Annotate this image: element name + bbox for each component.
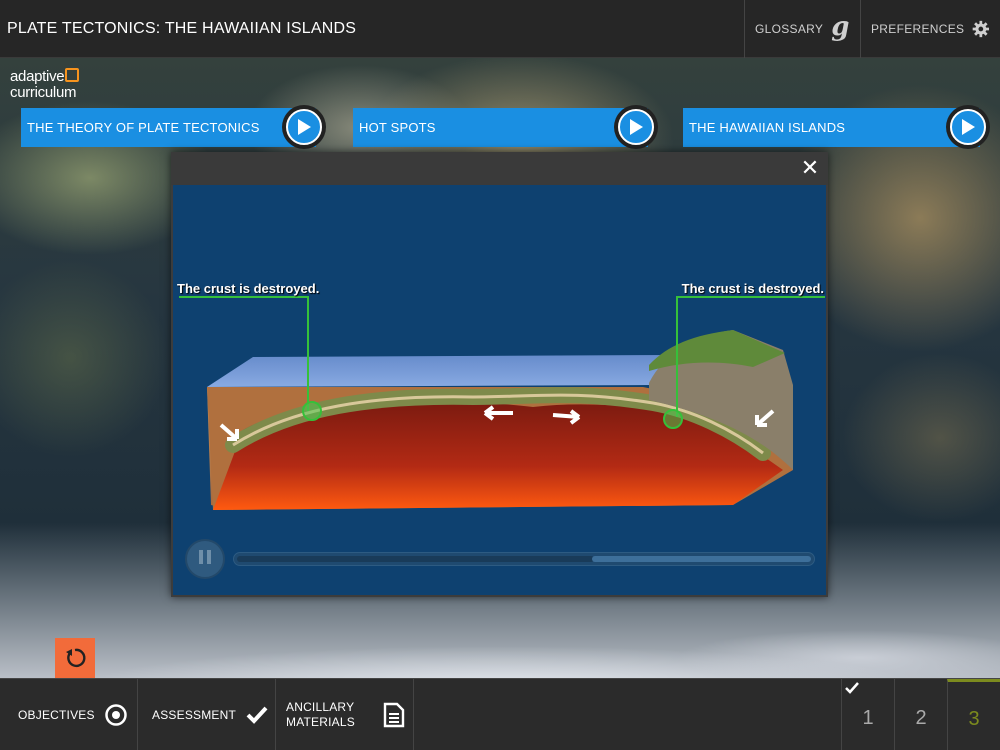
ancillary-label-line1: ANCILLARY [286,700,355,714]
page-title: PLATE TECTONICS: THE HAWAIIAN ISLANDS [7,20,357,37]
page-number: 3 [968,708,980,730]
modal-header: ✕ [171,152,828,185]
close-icon: ✕ [800,155,820,180]
pause-button[interactable] [185,539,225,579]
document-icon [383,702,405,728]
logo-line1: adaptive [10,68,65,85]
lesson-hot-spots[interactable]: HOT SPOTS [353,105,658,149]
lesson-label: HOT SPOTS [359,120,436,135]
progress-bar[interactable] [233,552,815,566]
play-icon [298,119,311,135]
logo-line2: curriculum [10,84,77,101]
page-number: 2 [915,706,927,729]
page-button-3[interactable]: 3 [947,679,1000,750]
video-modal: ✕ The crust is destroyed. The crust is d… [171,152,828,597]
play-icon [630,119,643,135]
page-button-2[interactable]: 2 [894,679,947,750]
lesson-hawaiian-islands[interactable]: THE HAWAIIAN ISLANDS [683,105,990,149]
play-button[interactable] [946,105,990,149]
video-player[interactable]: The crust is destroyed. The crust is des… [173,185,826,595]
page-number: 1 [862,706,874,729]
glossary-label: GLOSSARY [755,22,824,36]
lesson-label: THE THEORY OF PLATE TECTONICS [27,120,260,135]
progress-fill [237,556,594,562]
glossary-button[interactable]: GLOSSARY g [744,0,860,58]
ancillary-label: ANCILLARY MATERIALS [286,700,355,730]
top-bar: PLATE TECTONICS: THE HAWAIIAN ISLANDS GL… [0,0,1000,58]
plate-tectonics-illustration [179,296,825,510]
objectives-label: OBJECTIVES [18,708,95,722]
assessment-button[interactable]: ASSESSMENT [138,679,276,750]
objectives-button[interactable]: OBJECTIVES [0,679,138,750]
glossary-g-icon: g [831,12,850,42]
caption-right: The crust is destroyed. [681,281,824,296]
progress-remaining [592,556,811,562]
play-button[interactable] [614,105,658,149]
pause-icon [197,549,213,569]
play-icon [962,119,975,135]
adaptive-curriculum-logo: adaptive curriculum [10,68,80,101]
logo-mark-icon [65,68,80,82]
lesson-theory-of-plate-tectonics[interactable]: THE THEORY OF PLATE TECTONICS [21,105,326,149]
checkmark-icon [246,706,268,724]
play-button[interactable] [282,105,326,149]
gear-icon [973,20,990,38]
reset-icon [66,648,86,668]
lesson-label: THE HAWAIIAN ISLANDS [689,120,846,135]
completed-check-icon [845,682,859,694]
assessment-label: ASSESSMENT [152,708,237,722]
preferences-label: PREFERENCES [871,22,965,36]
caption-left: The crust is destroyed. [177,281,320,296]
ancillary-materials-button[interactable]: ANCILLARY MATERIALS [276,679,414,750]
target-icon [104,704,127,726]
ancillary-label-line2: MATERIALS [286,715,355,729]
preferences-button[interactable]: PREFERENCES [860,0,1000,58]
video-controls [185,537,815,581]
reset-button[interactable] [55,638,95,678]
close-button[interactable]: ✕ [800,155,820,180]
